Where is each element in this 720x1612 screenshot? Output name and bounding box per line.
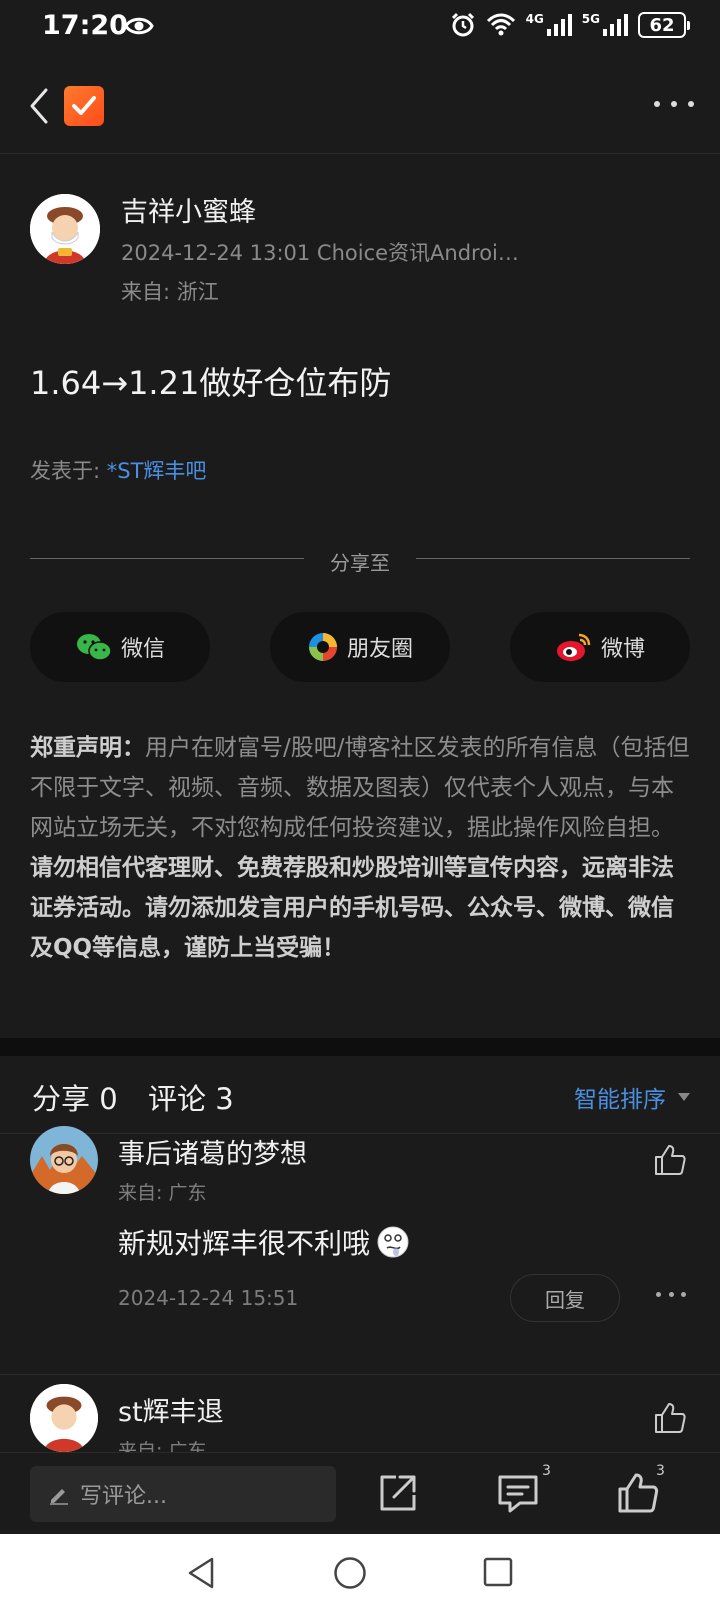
avatar-figure-icon <box>30 1384 98 1452</box>
share-wechat-button[interactable]: 微信 <box>30 612 210 682</box>
dot <box>656 1292 661 1297</box>
author-location: 来自: 浙江 <box>121 280 219 304</box>
pencil-icon <box>50 1489 68 1505</box>
section-gap <box>0 1038 720 1056</box>
wifi-icon <box>486 13 515 36</box>
share-wechat-label: 微信 <box>120 637 165 662</box>
back-arrow-icon[interactable] <box>26 86 56 126</box>
posted-in-label: 发表于: <box>30 459 107 483</box>
forum-link[interactable]: *ST辉丰吧 <box>107 459 207 483</box>
system-navigation-bar <box>0 1534 720 1612</box>
posted-in: 发表于: *ST辉丰吧 <box>30 455 206 485</box>
status-time: 17:20 <box>42 10 128 41</box>
nav-home-icon[interactable] <box>333 1556 367 1590</box>
comment-icon[interactable] <box>496 1471 540 1515</box>
nav-back-icon[interactable] <box>186 1556 216 1590</box>
emoji-drooling-icon <box>377 1226 409 1258</box>
more-options-button[interactable] <box>650 92 698 116</box>
comment-count: 评论 3 <box>148 1082 234 1116</box>
commenter-name[interactable]: 事后诸葛的梦想 <box>118 1132 307 1171</box>
comments-header: 分享 0 评论 3 智能排序 <box>0 1056 720 1134</box>
share-moments-label: 朋友圈 <box>346 637 413 662</box>
divider-line <box>416 558 690 559</box>
disclaimer-warning: 请勿相信代客理财、免费荐股和炒股培训等宣传内容，远离非法证券活动。请勿添加发言用… <box>30 855 674 961</box>
weibo-icon <box>556 633 591 661</box>
reply-button[interactable]: 回复 <box>510 1274 620 1322</box>
write-comment-input[interactable]: 写评论... <box>30 1466 336 1522</box>
dropdown-triangle-icon <box>678 1093 690 1101</box>
network-4g-label: 4G <box>525 12 544 26</box>
share-count: 分享 0 <box>32 1082 118 1116</box>
like-count-badge: 3 <box>656 1463 665 1479</box>
commenter-location: 来自: 广东 <box>118 1182 207 1204</box>
status-bar: 17:20 4G 5G 62 <box>0 0 720 56</box>
dot <box>681 1292 686 1297</box>
avatar-cartoon-icon <box>30 1126 98 1194</box>
dot <box>688 101 694 107</box>
comment-time: 2024-12-24 15:51 <box>118 1286 299 1310</box>
sort-dropdown[interactable]: 智能排序 <box>574 1080 690 1114</box>
comment-text-content: 新规对辉丰很不利哦 <box>118 1227 371 1260</box>
share-moments-button[interactable]: 朋友圈 <box>270 612 450 682</box>
share-weibo-button[interactable]: 微博 <box>510 612 690 682</box>
post-title: 1.64→1.21做好仓位布防 <box>30 364 392 402</box>
comment-input-placeholder: 写评论... <box>80 1484 167 1509</box>
bottom-action-bar: 写评论... 3 3 <box>0 1452 720 1534</box>
share-divider: 分享至 <box>30 547 690 575</box>
comment-item: 事后诸葛的梦想 来自: 广东 新规对辉丰很不利哦 2024-12-24 15:5… <box>0 1126 720 1326</box>
app-logo-icon[interactable] <box>64 86 104 126</box>
comment-text: 新规对辉丰很不利哦 <box>118 1222 410 1262</box>
comment-divider <box>0 1374 720 1375</box>
signal-icon <box>603 14 628 36</box>
author-avatar[interactable] <box>30 194 100 264</box>
sort-label: 智能排序 <box>574 1087 666 1113</box>
disclaimer-title: 郑重声明： <box>30 735 145 761</box>
nav-recents-icon[interactable] <box>482 1556 514 1588</box>
comment-item: st辉丰退 来自: 广东 <box>0 1384 720 1452</box>
avatar-figure-icon <box>30 194 100 264</box>
author-name[interactable]: 吉祥小蜜蜂 <box>121 190 256 229</box>
status-icons: 4G 5G 62 <box>450 12 690 38</box>
app-header <box>0 56 720 154</box>
thumbs-up-icon[interactable] <box>652 1400 688 1436</box>
battery-icon: 62 <box>638 12 690 38</box>
checkmark-icon <box>72 96 96 115</box>
share-weibo-label: 微博 <box>600 637 645 662</box>
commenter-location: 来自: 广东 <box>118 1440 207 1452</box>
disclaimer: 郑重声明：用户在财富号/股吧/博客社区发表的所有信息（包括但不限于文字、视频、音… <box>30 728 694 968</box>
moments-icon <box>308 633 337 661</box>
signal-icon <box>546 14 572 36</box>
commenter-avatar[interactable] <box>30 1384 98 1452</box>
share-label: 分享至 <box>330 551 390 575</box>
comment-count-badge: 3 <box>542 1463 551 1479</box>
network-5g-label: 5G <box>581 12 600 26</box>
alarm-icon <box>451 12 474 37</box>
share-icon[interactable] <box>376 1471 420 1515</box>
post-meta: 2024-12-24 13:01 Choice资讯Androi… <box>121 241 519 265</box>
wechat-icon <box>76 634 112 661</box>
comment-more-button[interactable] <box>656 1292 686 1300</box>
dot <box>668 1292 674 1297</box>
dot <box>654 101 660 107</box>
dot <box>671 101 677 107</box>
thumbs-up-icon[interactable] <box>652 1142 688 1178</box>
thumbs-up-icon[interactable] <box>616 1471 660 1515</box>
commenter-avatar[interactable] <box>30 1126 98 1194</box>
eye-icon <box>124 17 154 35</box>
commenter-name[interactable]: st辉丰退 <box>118 1390 224 1429</box>
